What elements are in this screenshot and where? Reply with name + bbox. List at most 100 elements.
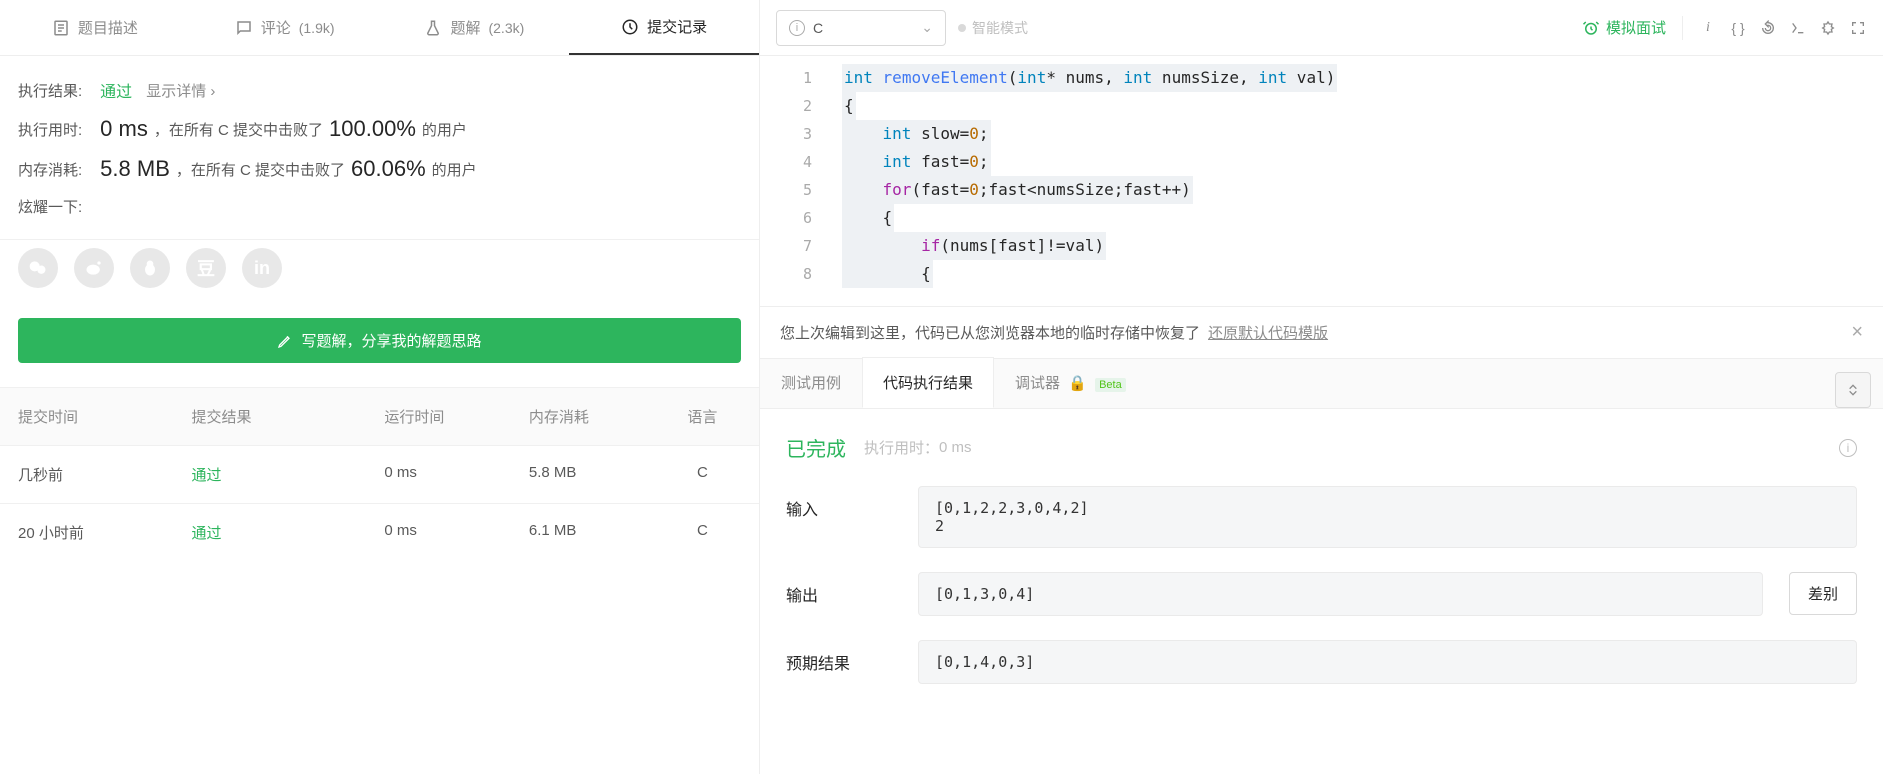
td-time: 20 小时前: [18, 522, 192, 543]
td-lang: C: [664, 464, 741, 485]
runtime-pct: 100.00%: [329, 116, 416, 142]
tab-count: (2.3k): [488, 20, 524, 36]
alarm-icon: [1582, 19, 1600, 37]
input-label: 输入: [786, 486, 906, 520]
td-time: 几秒前: [18, 464, 192, 485]
mock-interview-button[interactable]: 模拟面试: [1582, 17, 1666, 38]
runtime-value: 0 ms: [100, 116, 148, 142]
left-tabs: 题目描述 评论 (1.9k) 题解 (2.3k) 提交记录: [0, 0, 759, 56]
douban-icon[interactable]: 豆: [186, 248, 226, 288]
code-editor[interactable]: 12345678 int removeElement(int* nums, in…: [760, 56, 1883, 306]
mock-label: 模拟面试: [1606, 17, 1666, 38]
runtime-desc: ，在所有 C 提交中击败了: [154, 119, 323, 140]
show-detail-link[interactable]: 显示详情 ›: [146, 80, 215, 101]
tab-label: 评论: [261, 17, 291, 38]
expand-icon[interactable]: [1835, 372, 1871, 408]
expected-box: [0,1,4,0,3]: [918, 640, 1857, 684]
flask-icon: [424, 19, 442, 37]
td-memory: 5.8 MB: [529, 464, 664, 485]
mode-label: 智能模式: [972, 18, 1028, 38]
th-runtime: 运行时间: [384, 406, 529, 427]
lock-icon: 🔒: [1068, 375, 1087, 392]
braces-icon[interactable]: { }: [1729, 19, 1747, 37]
reset-icon[interactable]: [1759, 19, 1777, 37]
clock-icon: [621, 18, 639, 36]
dot-icon: [958, 24, 966, 32]
settings-icon[interactable]: [1819, 19, 1837, 37]
tab-count: (1.9k): [299, 20, 335, 36]
info-icon: i: [789, 20, 805, 36]
tab-debugger[interactable]: 调试器 🔒 Beta: [994, 357, 1147, 408]
tab-label: 题解: [450, 17, 480, 38]
td-lang: C: [664, 522, 741, 543]
left-panel: 题目描述 评论 (1.9k) 题解 (2.3k) 提交记录 执行结果: 通过 显…: [0, 0, 760, 774]
th-memory: 内存消耗: [529, 406, 664, 427]
pencil-icon: [277, 333, 293, 349]
fullscreen-icon[interactable]: [1849, 19, 1867, 37]
tab-comments[interactable]: 评论 (1.9k): [190, 0, 380, 55]
td-runtime: 0 ms: [384, 464, 529, 485]
th-result: 提交结果: [192, 406, 385, 427]
tab-description[interactable]: 题目描述: [0, 0, 190, 55]
table-row[interactable]: 20 小时前 通过 0 ms 6.1 MB C: [0, 503, 759, 561]
tab-label: 题目描述: [78, 17, 138, 38]
tab-solutions[interactable]: 题解 (2.3k): [380, 0, 570, 55]
runtime-label: 执行用时:: [18, 119, 82, 140]
write-solution-label: 写题解，分享我的解题思路: [301, 330, 481, 351]
chevron-down-icon: ⌄: [921, 19, 933, 36]
info-icon[interactable]: i: [1839, 439, 1857, 457]
weibo-icon[interactable]: [74, 248, 114, 288]
code-content: int removeElement(int* nums, int numsSiz…: [760, 56, 1883, 296]
runtime-desc2: 的用户: [422, 119, 467, 140]
run-time-label: 执行用时：: [864, 437, 939, 458]
write-solution-button[interactable]: 写题解，分享我的解题思路: [18, 318, 741, 363]
th-time: 提交时间: [18, 406, 192, 427]
tab-testcase[interactable]: 测试用例: [760, 357, 862, 408]
submission-history: 提交时间 提交结果 运行时间 内存消耗 语言 几秒前 通过 0 ms 5.8 M…: [0, 387, 759, 561]
qq-icon[interactable]: [130, 248, 170, 288]
input-box: [0,1,2,2,3,0,4,2] 2: [918, 486, 1857, 548]
line-gutter: 12345678: [760, 64, 830, 288]
td-runtime: 0 ms: [384, 522, 529, 543]
share-icons: 豆 in: [0, 240, 759, 308]
restore-notice: 您上次编辑到这里，代码已从您浏览器本地的临时存储中恢复了 还原默认代码模版 ×: [760, 306, 1883, 359]
td-memory: 6.1 MB: [529, 522, 664, 543]
restore-template-link[interactable]: 还原默认代码模版: [1208, 322, 1328, 343]
wechat-icon[interactable]: [18, 248, 58, 288]
tab-submissions[interactable]: 提交记录: [569, 0, 759, 55]
result-label: 执行结果:: [18, 80, 82, 101]
smart-mode[interactable]: 智能模式: [958, 18, 1028, 38]
th-lang: 语言: [664, 406, 741, 427]
comment-icon: [235, 19, 253, 37]
beta-badge: Beta: [1095, 378, 1126, 392]
document-icon: [52, 19, 70, 37]
tab-label: 提交记录: [647, 16, 707, 37]
linkedin-icon[interactable]: in: [242, 248, 282, 288]
table-header: 提交时间 提交结果 运行时间 内存消耗 语言: [0, 387, 759, 445]
tab-label: 调试器: [1015, 375, 1060, 392]
output-label: 输出: [786, 572, 906, 606]
right-panel: iC ⌄ 智能模式 模拟面试 i { } 12345678: [760, 0, 1883, 774]
editor-toolbar: iC ⌄ 智能模式 模拟面试 i { }: [760, 0, 1883, 56]
result-status: 通过: [100, 78, 132, 102]
result-summary: 执行结果: 通过 显示详情 › 执行用时: 0 ms ，在所有 C 提交中击败了…: [0, 56, 759, 240]
run-result-panel: 已完成 执行用时： 0 ms i 输入 [0,1,2,2,3,0,4,2] 2 …: [760, 409, 1883, 708]
diff-button[interactable]: 差别: [1789, 572, 1857, 615]
memory-label: 内存消耗:: [18, 159, 82, 180]
tab-run-result[interactable]: 代码执行结果: [862, 357, 994, 408]
lang-label: C: [813, 20, 823, 36]
result-tabs: 测试用例 代码执行结果 调试器 🔒 Beta: [760, 359, 1883, 409]
td-result: 通过: [192, 464, 385, 485]
output-box: [0,1,3,0,4]: [918, 572, 1763, 616]
info-icon[interactable]: i: [1699, 19, 1717, 37]
memory-value: 5.8 MB: [100, 156, 170, 182]
close-icon[interactable]: ×: [1851, 321, 1863, 344]
brag-label: 炫耀一下:: [18, 196, 82, 217]
table-row[interactable]: 几秒前 通过 0 ms 5.8 MB C: [0, 445, 759, 503]
run-time-value: 0 ms: [939, 439, 972, 456]
terminal-icon[interactable]: [1789, 19, 1807, 37]
language-selector[interactable]: iC ⌄: [776, 10, 946, 46]
memory-desc: ，在所有 C 提交中击败了: [176, 159, 345, 180]
memory-pct: 60.06%: [351, 156, 426, 182]
td-result: 通过: [192, 522, 385, 543]
